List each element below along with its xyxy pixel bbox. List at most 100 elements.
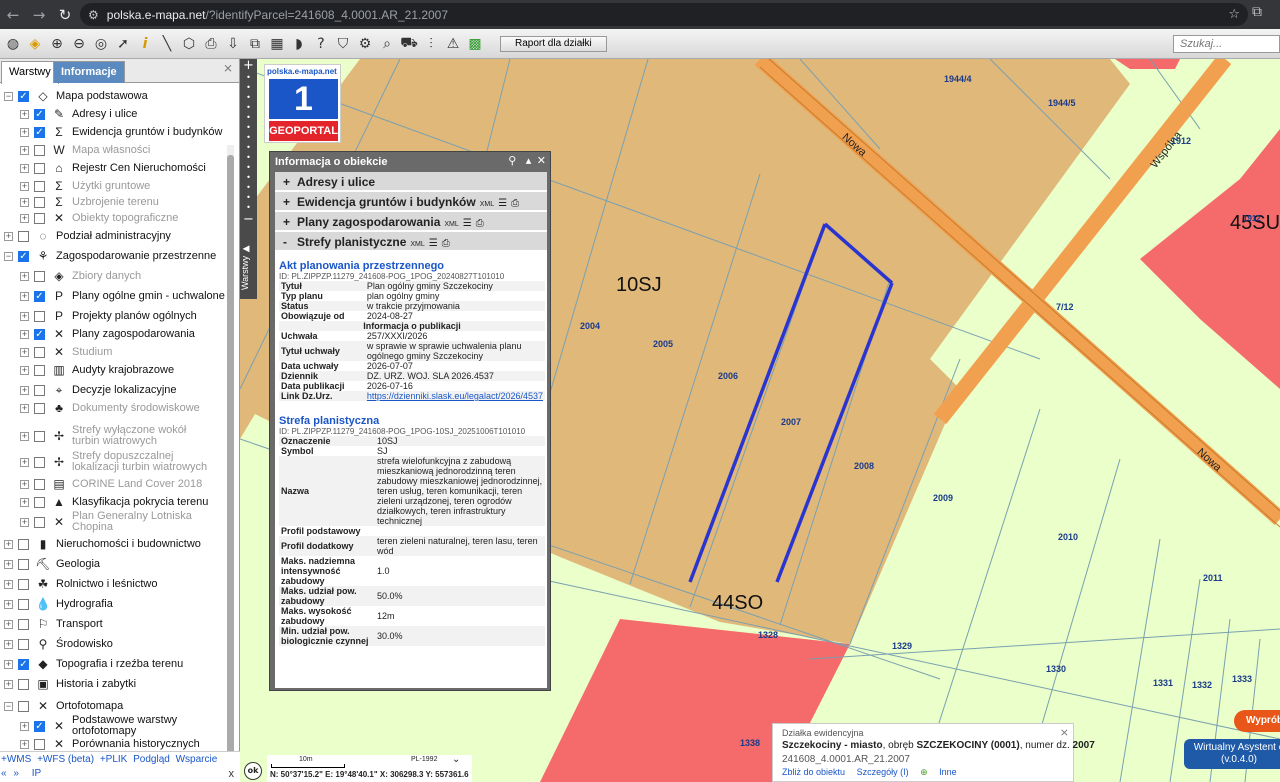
layer-row[interactable]: + ✕ Plan Generalny Lotniska Chopina: [20, 511, 212, 533]
comment-icon[interactable]: ◗: [288, 33, 310, 55]
layer-checkbox[interactable]: ✓: [18, 658, 29, 670]
zoom-in-icon[interactable]: ⊕: [46, 33, 68, 55]
back-icon[interactable]: ←: [0, 6, 26, 24]
expand-icon[interactable]: +: [4, 579, 13, 589]
scroll-thumb[interactable]: [227, 155, 234, 755]
layer-checkbox[interactable]: [34, 162, 45, 174]
try-button[interactable]: Wypróbuj: [1234, 710, 1280, 732]
layer-name[interactable]: Użytki gruntowe: [72, 180, 150, 192]
info-section-header[interactable]: + Ewidencja gruntów i budynków XML ☰ ⎙: [275, 192, 547, 212]
layer-row[interactable]: + ✓ P Plany ogólne gmin - uchwalone: [20, 287, 225, 305]
layer-row[interactable]: + ✢ Strefy wyłączone wokół turbin wiatrowy…: [20, 425, 212, 447]
layer-name[interactable]: Historia i zabytki: [56, 678, 136, 690]
layer-row[interactable]: + 💧 Hydrografia: [4, 595, 113, 613]
measure-line-icon[interactable]: ╲: [156, 33, 178, 55]
section-toggle[interactable]: +: [283, 212, 297, 232]
layer-name[interactable]: Studium: [72, 346, 112, 358]
layer-checkbox[interactable]: [34, 180, 45, 192]
layer-name[interactable]: Zbiory danych: [72, 270, 141, 282]
search-input[interactable]: [1173, 35, 1280, 53]
layer-row[interactable]: + ✕ Porównania historycznych: [20, 735, 200, 751]
layer-name[interactable]: Hydrografia: [56, 598, 113, 610]
layer-name[interactable]: Rolnictwo i leśnictwo: [56, 578, 157, 590]
tab-informacje[interactable]: Informacje: [53, 61, 125, 83]
xml-export-icon[interactable]: XML: [480, 201, 494, 208]
ip-link[interactable]: IP: [32, 768, 41, 779]
layer-row[interactable]: + ♣ Dokumenty środowiskowe: [20, 399, 200, 417]
chevron-down-icon[interactable]: ⌄: [452, 754, 460, 765]
layer-name[interactable]: Ortofotomapa: [56, 700, 123, 712]
layer-name[interactable]: Audyty krajobrazowe: [72, 364, 174, 376]
layer-checkbox[interactable]: [18, 538, 29, 550]
expand-icon[interactable]: +: [20, 457, 29, 467]
expand-icon[interactable]: +: [20, 347, 29, 357]
layer-name[interactable]: Nieruchomości i budownictwo: [56, 538, 201, 550]
info-section-header[interactable]: + Adresy i ulice: [275, 172, 547, 192]
layer-row[interactable]: + ▣ Historia i zabytki: [4, 675, 136, 693]
layer-checkbox[interactable]: [34, 384, 45, 396]
list-icon[interactable]: ☰: [463, 218, 472, 229]
search-icon[interactable]: ⌕: [376, 33, 398, 55]
info-section-header[interactable]: - Strefy planistyczne XML ☰ ⎙: [275, 232, 547, 252]
download-icon[interactable]: ⇩: [222, 33, 244, 55]
layer-checkbox[interactable]: [34, 196, 45, 208]
layer-row[interactable]: + ✕ Studium: [20, 343, 112, 361]
expand-icon[interactable]: +: [4, 679, 13, 689]
layer-checkbox[interactable]: [18, 638, 29, 650]
layer-checkbox[interactable]: ✓: [34, 720, 45, 732]
layer-checkbox[interactable]: [34, 478, 45, 490]
expand-all-button[interactable]: »: [13, 768, 19, 779]
layer-row[interactable]: + ⌖ Decyzje lokalizacyjne: [20, 381, 177, 399]
collapse-icon[interactable]: −: [4, 91, 13, 101]
layer-row[interactable]: − ✓ ◇ Mapa podstawowa: [4, 87, 148, 105]
layer-name[interactable]: Transport: [56, 618, 103, 630]
layer-checkbox[interactable]: [18, 558, 29, 570]
tab-warstwy[interactable]: Warstwy: [1, 61, 59, 84]
layer-checkbox[interactable]: [34, 738, 45, 750]
layer-row[interactable]: − ✓ ⚘ Zagospodarowanie przestrzenne: [4, 247, 216, 265]
layer-checkbox[interactable]: [34, 402, 45, 414]
layer-name[interactable]: Plan Generalny Lotniska Chopina: [72, 511, 212, 533]
layer-name[interactable]: Podstawowe warstwy ortofotomapy: [72, 715, 212, 737]
bookmark-star-icon[interactable]: ☆: [1228, 7, 1240, 22]
site-info-icon[interactable]: ⚙: [88, 8, 99, 22]
zoom-out-icon[interactable]: −: [240, 213, 257, 227]
tools-icon[interactable]: ⚙: [354, 33, 376, 55]
zoom-to-object-link[interactable]: Zbliż do obiektu: [782, 767, 845, 777]
expand-icon[interactable]: +: [4, 539, 13, 549]
layer-name[interactable]: Dokumenty środowiskowe: [72, 402, 200, 414]
close-icon[interactable]: ✕: [537, 154, 546, 167]
add-circle-icon[interactable]: ⊕: [920, 767, 928, 777]
virtual-assistant-button[interactable]: Wirtualny Asystent e (v.0.4.0): [1184, 739, 1280, 769]
layer-checkbox[interactable]: [34, 346, 45, 358]
layer-name[interactable]: Mapa własności: [72, 144, 150, 156]
expand-icon[interactable]: +: [4, 659, 13, 669]
add-file-link[interactable]: +PLIK: [100, 754, 128, 765]
grid-icon[interactable]: ▦: [266, 33, 288, 55]
layer-row[interactable]: + ✢ Strefy dopuszczalnej lokalizacji turbi…: [20, 451, 212, 473]
collapse-all-button[interactable]: «: [1, 768, 7, 779]
expand-icon[interactable]: +: [20, 163, 29, 173]
layer-checkbox[interactable]: [34, 430, 45, 442]
layer-name[interactable]: Podział administracyjny: [56, 230, 171, 242]
expand-icon[interactable]: +: [20, 385, 29, 395]
minimize-icon[interactable]: ▴: [526, 154, 532, 167]
layer-name[interactable]: Plany ogólne gmin - uchwalone: [72, 290, 225, 302]
layer-checkbox[interactable]: [34, 144, 45, 156]
layer-name[interactable]: Klasyfikacja pokrycia terenu: [72, 496, 208, 508]
collapse-icon[interactable]: −: [4, 701, 13, 711]
globe-icon[interactable]: ◍: [2, 33, 24, 55]
layer-row[interactable]: + ✕ Obiekty topograficzne: [20, 209, 178, 227]
layer-checkbox[interactable]: [18, 700, 29, 712]
layer-name[interactable]: Zagospodarowanie przestrzenne: [56, 250, 216, 262]
print-icon[interactable]: ⎙: [200, 33, 222, 55]
close-icon[interactable]: ⨯: [1060, 726, 1069, 739]
layer-row[interactable]: + ⛏ Geologia: [4, 555, 100, 573]
expand-icon[interactable]: +: [4, 619, 13, 629]
add-wfs-link[interactable]: +WFS (beta): [37, 754, 94, 765]
expand-icon[interactable]: +: [20, 145, 29, 155]
close-icon[interactable]: x: [229, 768, 235, 780]
measure-area-icon[interactable]: ⬡: [178, 33, 200, 55]
section-toggle[interactable]: +: [283, 172, 297, 192]
expand-icon[interactable]: +: [20, 739, 29, 749]
